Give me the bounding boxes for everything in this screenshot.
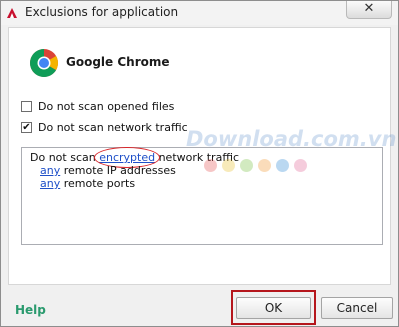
close-button[interactable]: ✕ [346, 1, 392, 19]
ok-button[interactable]: OK [236, 297, 311, 319]
option-label-scan-traffic: Do not scan network traffic [38, 121, 188, 134]
dialog-window: Exclusions for application ✕ Google Chro… [0, 0, 399, 327]
window-title: Exclusions for application [25, 5, 179, 19]
content-panel: Google Chrome Do not scan opened files ✔… [8, 27, 391, 285]
help-link[interactable]: Help [15, 303, 46, 317]
remote-ports-text: remote ports [60, 177, 136, 190]
close-icon: ✕ [363, 1, 375, 16]
watermark-dot-icon [222, 159, 235, 172]
watermark-dot-icon [276, 159, 289, 172]
watermark-dot-icon [204, 159, 217, 172]
rule-remote-ip: any remote IP addresses [40, 164, 176, 177]
any-ports-link[interactable]: any [40, 177, 60, 190]
checkbox-scan-traffic[interactable]: ✔ [21, 122, 32, 133]
kaspersky-logo-icon [7, 8, 17, 18]
any-ip-link[interactable]: any [40, 164, 60, 177]
watermark-dot-icon [294, 159, 307, 172]
chrome-icon [30, 49, 58, 77]
title-bar: Exclusions for application ✕ [1, 1, 398, 25]
rule-prefix: Do not scan [30, 151, 100, 164]
checkbox-scan-files[interactable] [21, 101, 32, 112]
watermark-dot-icon [258, 159, 271, 172]
encrypted-link[interactable]: encrypted [99, 151, 155, 164]
remote-ip-text: remote IP addresses [60, 164, 176, 177]
option-label-scan-files: Do not scan opened files [38, 100, 175, 113]
rule-remote-ports: any remote ports [40, 177, 135, 190]
watermark-dot-icon [240, 159, 253, 172]
cancel-button[interactable]: Cancel [321, 297, 393, 319]
rules-description-box: Do not scan encrypted network traffic an… [21, 147, 383, 245]
application-name: Google Chrome [66, 55, 170, 69]
